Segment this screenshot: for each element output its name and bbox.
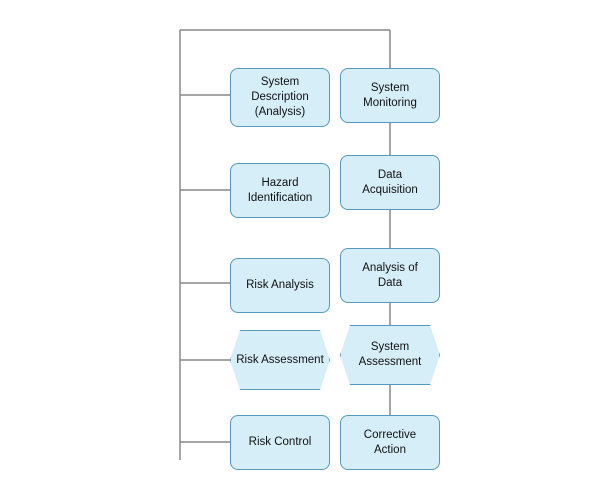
node-risk-analysis: Risk Analysis — [230, 258, 330, 313]
node-risk-assessment: Risk Assessment — [230, 330, 330, 390]
node-system-assessment: System Assessment — [340, 325, 440, 385]
node-system-description: System Description (Analysis) — [230, 68, 330, 127]
node-system-monitoring: System Monitoring — [340, 68, 440, 123]
node-risk-control: Risk Control — [230, 415, 330, 470]
node-analysis-of-data: Analysis of Data — [340, 248, 440, 303]
node-corrective-action: Corrective Action — [340, 415, 440, 470]
node-hazard-identification: Hazard Identification — [230, 163, 330, 218]
node-data-acquisition: Data Acquisition — [340, 155, 440, 210]
diagram-container: System Description (Analysis) Hazard Ide… — [0, 0, 600, 500]
